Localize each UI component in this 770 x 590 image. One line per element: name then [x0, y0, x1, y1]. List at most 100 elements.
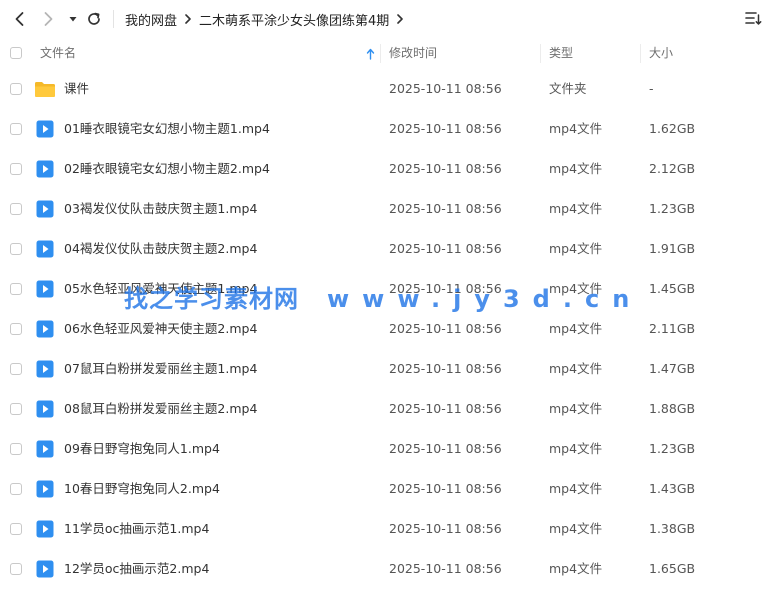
file-row[interactable]: 10春日野穹抱兔同人2.mp4 2025-10-11 08:56 mp4文件 1.43… — [0, 469, 770, 509]
file-modified-time: 2025-10-11 08:56 — [389, 481, 502, 496]
column-header-type[interactable]: 类型 — [549, 38, 573, 69]
file-type: mp4文件 — [549, 561, 603, 576]
file-row[interactable]: 12学员oc抽画示范2.mp4 2025-10-11 08:56 mp4文件 1.65… — [0, 549, 770, 589]
file-name[interactable]: 09春日野穹抱兔同人1.mp4 — [64, 429, 220, 469]
file-row[interactable]: 04褐发仪仗队击鼓庆贺主题2.mp4 2025-10-11 08:56 mp4文件 1… — [0, 229, 770, 269]
file-type: mp4文件 — [549, 201, 603, 216]
video-file-icon — [36, 160, 54, 181]
file-type: 文件夹 — [549, 81, 587, 96]
video-file-icon — [36, 560, 54, 581]
file-row[interactable]: 07鼠耳白粉拼发爱丽丝主题1.mp4 2025-10-11 08:56 mp4文件 1… — [0, 349, 770, 389]
file-type: mp4文件 — [549, 401, 603, 416]
file-modified-time: 2025-10-11 08:56 — [389, 521, 502, 536]
file-name[interactable]: 12学员oc抽画示范2.mp4 — [64, 549, 209, 589]
file-row[interactable]: 08鼠耳白粉拼发爱丽丝主题2.mp4 2025-10-11 08:56 mp4文件 1… — [0, 389, 770, 429]
file-modified-time: 2025-10-11 08:56 — [389, 81, 502, 96]
file-modified-time: 2025-10-11 08:56 — [389, 321, 502, 336]
row-checkbox[interactable] — [10, 563, 22, 575]
caret-down-icon — [69, 17, 77, 22]
row-checkbox[interactable] — [10, 83, 22, 95]
refresh-icon — [88, 12, 100, 25]
file-type: mp4文件 — [549, 281, 603, 296]
row-checkbox[interactable] — [10, 363, 22, 375]
file-row[interactable]: 06水色轻亚风爱神天使主题2.mp4 2025-10-11 08:56 mp4文件 2… — [0, 309, 770, 349]
file-name[interactable]: 06水色轻亚风爱神天使主题2.mp4 — [64, 309, 257, 349]
row-checkbox[interactable] — [10, 123, 22, 135]
file-modified-time: 2025-10-11 08:56 — [389, 441, 502, 456]
file-name[interactable]: 课件 — [64, 69, 89, 109]
row-checkbox[interactable] — [10, 163, 22, 175]
file-row[interactable]: 01睡衣眼镜宅女幻想小物主题1.mp4 2025-10-11 08:56 mp4文件… — [0, 109, 770, 149]
row-checkbox[interactable] — [10, 483, 22, 495]
column-header-type-label: 类型 — [549, 46, 574, 60]
column-header-size[interactable]: 大小 — [649, 38, 673, 69]
video-file-icon — [36, 120, 54, 141]
file-size: 1.88GB — [649, 401, 696, 416]
file-size: 1.45GB — [649, 281, 696, 296]
file-name[interactable]: 11学员oc抽画示范1.mp4 — [64, 509, 209, 549]
row-checkbox[interactable] — [10, 523, 22, 535]
top-navigation-bar: 我的网盘 二木萌系平涂少女头像团练第4期 — [0, 0, 770, 38]
file-size: 1.43GB — [649, 481, 696, 496]
file-list-header: 文件名 修改时间 类型 大小 — [0, 38, 770, 69]
chevron-right-icon — [44, 12, 53, 26]
file-row[interactable]: 03褐发仪仗队击鼓庆贺主题1.mp4 2025-10-11 08:56 mp4文件 1… — [0, 189, 770, 229]
file-type: mp4文件 — [549, 121, 603, 136]
video-file-icon — [36, 400, 54, 421]
column-divider — [640, 44, 641, 63]
file-size: 1.91GB — [649, 241, 696, 256]
file-size: 2.11GB — [649, 321, 696, 336]
row-checkbox[interactable] — [10, 323, 22, 335]
row-checkbox[interactable] — [10, 403, 22, 415]
select-all-checkbox[interactable] — [10, 47, 22, 59]
row-checkbox[interactable] — [10, 203, 22, 215]
file-modified-time: 2025-10-11 08:56 — [389, 161, 502, 176]
column-header-name-label: 文件名 — [40, 46, 77, 60]
column-header-size-label: 大小 — [649, 46, 674, 60]
file-name[interactable]: 02睡衣眼镜宅女幻想小物主题2.mp4 — [64, 149, 270, 189]
file-name[interactable]: 10春日野穹抱兔同人2.mp4 — [64, 469, 220, 509]
refresh-button[interactable] — [82, 7, 106, 31]
breadcrumb-item-current[interactable]: 二木萌系平涂少女头像团练第4期 — [199, 10, 389, 29]
file-name[interactable]: 07鼠耳白粉拼发爱丽丝主题1.mp4 — [64, 349, 257, 389]
sort-ascending-arrow-icon — [366, 48, 375, 60]
toolbar-divider — [113, 10, 114, 28]
file-type: mp4文件 — [549, 361, 603, 376]
video-file-icon — [36, 360, 54, 381]
sort-menu-button[interactable] — [744, 9, 762, 31]
back-button[interactable] — [8, 7, 32, 31]
file-name[interactable]: 01睡衣眼镜宅女幻想小物主题1.mp4 — [64, 109, 270, 149]
file-name[interactable]: 08鼠耳白粉拼发爱丽丝主题2.mp4 — [64, 389, 257, 429]
file-type: mp4文件 — [549, 521, 603, 536]
file-name[interactable]: 04褐发仪仗队击鼓庆贺主题2.mp4 — [64, 229, 257, 269]
file-name[interactable]: 05水色轻亚风爱神天使主题1.mp4 — [64, 269, 257, 309]
file-row[interactable]: 05水色轻亚风爱神天使主题1.mp4 2025-10-11 08:56 mp4文件 1… — [0, 269, 770, 309]
file-type: mp4文件 — [549, 441, 603, 456]
file-row[interactable]: 02睡衣眼镜宅女幻想小物主题2.mp4 2025-10-11 08:56 mp4文件… — [0, 149, 770, 189]
file-type: mp4文件 — [549, 481, 603, 496]
file-size: - — [649, 81, 654, 96]
video-file-icon — [36, 280, 54, 301]
row-checkbox[interactable] — [10, 283, 22, 295]
folder-icon — [34, 80, 56, 101]
video-file-icon — [36, 520, 54, 541]
video-file-icon — [36, 320, 54, 341]
row-checkbox[interactable] — [10, 443, 22, 455]
file-row[interactable]: 课件 2025-10-11 08:56 文件夹 - — [0, 69, 770, 109]
video-file-icon — [36, 240, 54, 261]
breadcrumb-chevron-icon — [184, 14, 192, 24]
forward-button[interactable] — [36, 7, 60, 31]
file-size: 1.23GB — [649, 201, 696, 216]
column-header-modified-label: 修改时间 — [389, 46, 438, 60]
file-name[interactable]: 03褐发仪仗队击鼓庆贺主题1.mp4 — [64, 189, 257, 229]
column-header-modified[interactable]: 修改时间 — [389, 38, 437, 69]
video-file-icon — [36, 480, 54, 501]
file-row[interactable]: 11学员oc抽画示范1.mp4 2025-10-11 08:56 mp4文件 1.38… — [0, 509, 770, 549]
file-modified-time: 2025-10-11 08:56 — [389, 561, 502, 576]
row-checkbox[interactable] — [10, 243, 22, 255]
file-list: 课件 2025-10-11 08:56 文件夹 - 01睡衣眼镜宅女幻想小物主题1.mp… — [0, 69, 770, 589]
column-header-name[interactable]: 文件名 — [40, 38, 380, 69]
breadcrumb-item-root[interactable]: 我的网盘 — [125, 10, 177, 29]
breadcrumb-chevron-icon — [396, 14, 404, 24]
file-row[interactable]: 09春日野穹抱兔同人1.mp4 2025-10-11 08:56 mp4文件 1.23… — [0, 429, 770, 469]
